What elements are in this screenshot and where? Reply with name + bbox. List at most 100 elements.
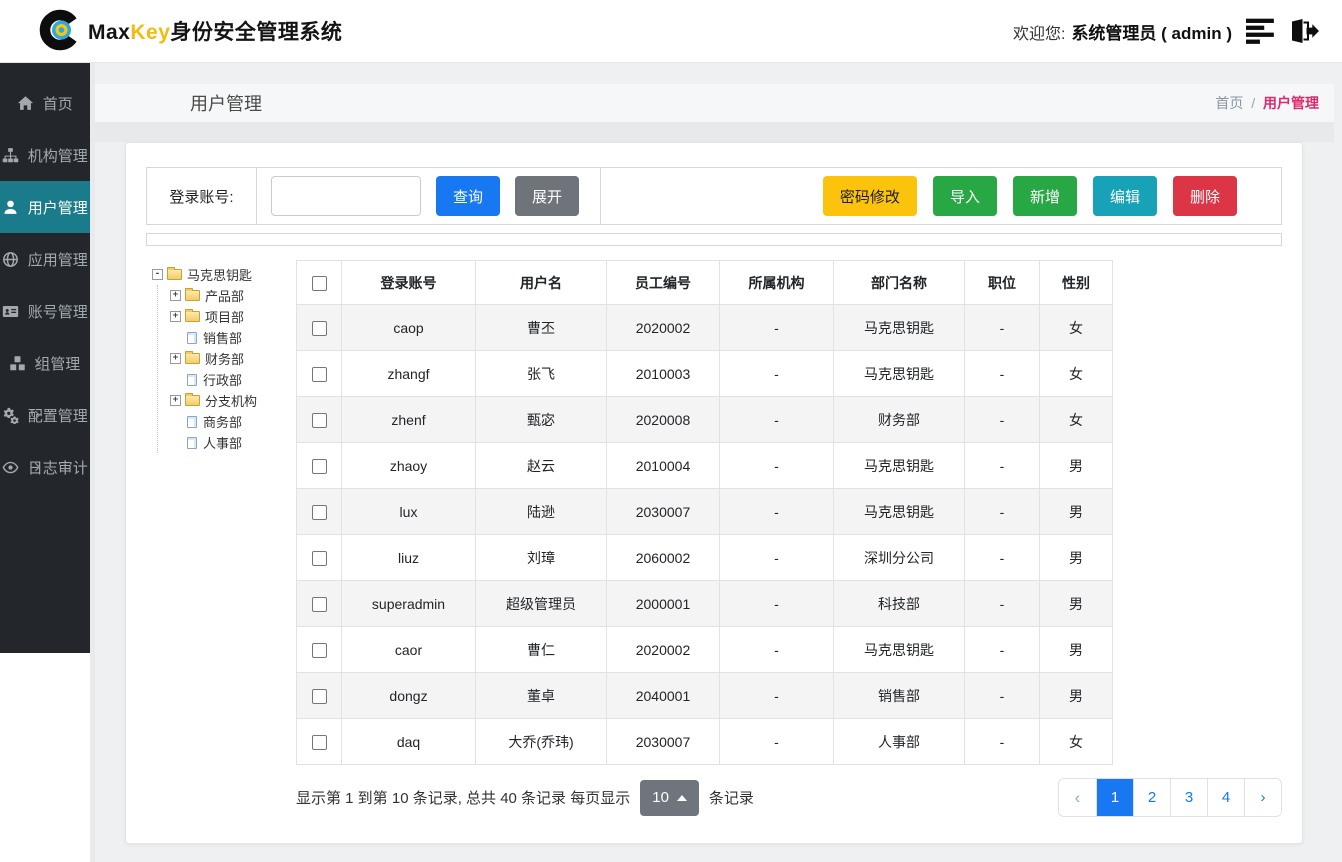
table-cell: 深圳分公司: [833, 534, 965, 581]
table-cell: superadmin: [341, 580, 476, 627]
pagination-page-2[interactable]: 2: [1133, 779, 1170, 816]
table-row[interactable]: liuz 刘璋 2060002- 深圳分公司 - 男: [296, 534, 1113, 581]
table-cell: 董卓: [475, 672, 607, 719]
change-password-button[interactable]: 密码修改: [822, 176, 917, 216]
tree-node-财务部[interactable]: + 财务部: [170, 348, 296, 369]
column-header-部门名称: 部门名称: [833, 260, 965, 305]
page-size-select[interactable]: 10: [640, 779, 699, 816]
table-cell: -: [964, 672, 1040, 719]
table-cell: -: [964, 304, 1040, 351]
tree-node-人事部[interactable]: 人事部: [170, 432, 296, 453]
tree-node-销售部[interactable]: 销售部: [170, 327, 296, 348]
table-cell: caor: [341, 626, 476, 673]
edit-button[interactable]: 编辑: [1092, 176, 1157, 216]
sidebar-item-账号管理[interactable]: 账号管理: [0, 285, 90, 337]
select-all-header: [296, 260, 342, 305]
sidebar-item-机构管理[interactable]: 机构管理: [0, 129, 90, 181]
table-row[interactable]: caor 曹仁 2020002- 马克思钥匙 - 男: [296, 626, 1113, 673]
table-row[interactable]: daq 大乔(乔玮) 2030007- 人事部 - 女: [296, 718, 1113, 765]
expand-button[interactable]: 展开: [515, 176, 580, 216]
table-cell: 马克思钥匙: [833, 350, 965, 397]
row-checkbox[interactable]: [311, 550, 327, 566]
expand-icon[interactable]: +: [170, 311, 181, 322]
pagination-next[interactable]: ›: [1244, 779, 1281, 816]
table-row[interactable]: zhangf 张飞 2010003- 马克思钥匙 - 女: [296, 350, 1113, 397]
breadcrumb-separator: /: [1251, 95, 1256, 111]
logout-icon[interactable]: [1290, 18, 1320, 44]
row-checkbox[interactable]: [311, 688, 327, 704]
select-all-checkbox[interactable]: [311, 275, 327, 291]
table-cell: 财务部: [833, 396, 965, 443]
table-cell: 马克思钥匙: [833, 488, 965, 535]
table-cell: liuz: [341, 534, 476, 581]
chevron-right-icon: [30, 408, 44, 422]
row-checkbox[interactable]: [311, 458, 327, 474]
pagination-page-1[interactable]: 1: [1096, 779, 1133, 816]
row-checkbox-cell: [296, 718, 342, 765]
row-checkbox[interactable]: [311, 642, 327, 658]
tree-node-label: 财务部: [205, 352, 245, 367]
table-cell: -: [719, 718, 834, 765]
cubes-icon: [9, 355, 26, 372]
pagination-prev[interactable]: ‹: [1059, 779, 1096, 816]
sidebar-item-配置管理[interactable]: 配置管理: [0, 389, 90, 441]
table-cell: 女: [1039, 304, 1113, 351]
sidebar-item-label: 账号管理: [27, 303, 88, 321]
top-header: MaxKey身份安全管理系统 欢迎您: 系统管理员 ( admin ): [0, 0, 1342, 63]
import-button[interactable]: 导入: [932, 176, 997, 216]
expand-icon[interactable]: +: [170, 290, 181, 301]
table-row[interactable]: zhaoy 赵云 2010004- 马克思钥匙 - 男: [296, 442, 1113, 489]
list-icon[interactable]: [1246, 18, 1276, 44]
tree-node-商务部[interactable]: 商务部: [170, 411, 296, 432]
page-title: 用户管理: [190, 94, 262, 114]
pagination-page-4[interactable]: 4: [1207, 779, 1244, 816]
tree-node-分支机构[interactable]: + 分支机构: [170, 390, 296, 411]
tree-node-行政部[interactable]: 行政部: [170, 369, 296, 390]
tree-node-项目部[interactable]: + 项目部: [170, 306, 296, 327]
login-account-input[interactable]: [271, 176, 421, 216]
tree-node-label: 项目部: [205, 310, 245, 325]
row-checkbox[interactable]: [311, 412, 327, 428]
file-icon: [187, 331, 197, 344]
file-icon: [187, 436, 197, 449]
table-cell: zhenf: [341, 396, 476, 443]
collapse-icon[interactable]: -: [152, 269, 163, 280]
tree-node-产品部[interactable]: + 产品部: [170, 285, 296, 306]
breadcrumb-home-link[interactable]: 首页: [1215, 95, 1243, 111]
table-cell: -: [964, 488, 1040, 535]
sidebar-item-应用管理[interactable]: 应用管理: [0, 233, 90, 285]
table-row[interactable]: lux 陆逊 2030007- 马克思钥匙 - 男: [296, 488, 1113, 535]
table-cell: 2000001: [606, 580, 720, 627]
table-cell: 男: [1039, 672, 1113, 719]
table-cell: 男: [1039, 580, 1113, 627]
query-button[interactable]: 查询: [436, 176, 501, 216]
row-checkbox[interactable]: [311, 320, 327, 336]
table-cell: 2030007: [606, 718, 720, 765]
sidebar-item-用户管理[interactable]: 用户管理: [0, 181, 90, 233]
table-cell: 大乔(乔玮): [475, 718, 607, 765]
delete-button[interactable]: 删除: [1172, 176, 1237, 216]
add-button[interactable]: 新增: [1012, 176, 1077, 216]
table-cell: dongz: [341, 672, 476, 719]
row-checkbox[interactable]: [311, 734, 327, 750]
expand-icon[interactable]: +: [170, 395, 181, 406]
breadcrumb-current: 用户管理: [1263, 95, 1319, 111]
sidebar-item-组管理[interactable]: 组管理: [0, 337, 90, 389]
table-cell: 曹丕: [475, 304, 607, 351]
pagination-summary: 显示第 1 到第 10 条记录, 总共 40 条记录 每页显示: [296, 790, 631, 807]
row-checkbox[interactable]: [311, 366, 327, 382]
row-checkbox[interactable]: [311, 596, 327, 612]
pagination-page-3[interactable]: 3: [1170, 779, 1207, 816]
table-row[interactable]: zhenf 甄宓 2020008- 财务部 - 女: [296, 396, 1113, 443]
table-row[interactable]: dongz 董卓 2040001- 销售部 - 男: [296, 672, 1113, 719]
column-header-职位: 职位: [964, 260, 1040, 305]
folder-icon: [185, 309, 200, 322]
expand-icon[interactable]: +: [170, 353, 181, 364]
sidebar-item-首页[interactable]: 首页: [0, 77, 90, 129]
sidebar-item-日志审计[interactable]: 日志审计: [0, 441, 90, 493]
table-row[interactable]: superadmin 超级管理员 2000001- 科技部 - 男: [296, 580, 1113, 627]
table-row[interactable]: caop 曹丕 2020002- 马克思钥匙 - 女: [296, 304, 1113, 351]
row-checkbox[interactable]: [311, 504, 327, 520]
tree-root-node[interactable]: - 马克思钥匙: [152, 264, 296, 285]
table-cell: caop: [341, 304, 476, 351]
